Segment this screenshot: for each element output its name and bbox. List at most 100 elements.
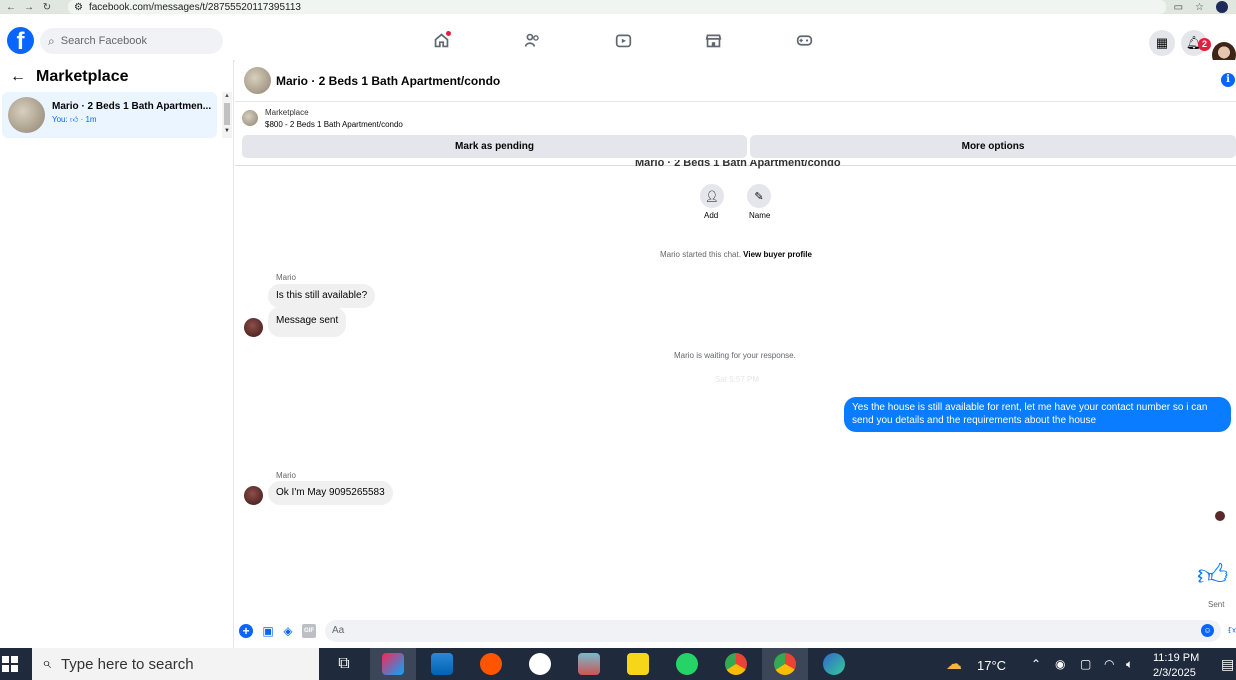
forward-icon[interactable]: →	[22, 2, 36, 13]
sticky-notes-icon[interactable]	[627, 653, 649, 675]
cast-icon[interactable]: ▭	[1174, 2, 1183, 13]
record-icon[interactable]: ◉	[1055, 657, 1065, 671]
name-label: Name	[749, 211, 771, 220]
incoming-message[interactable]: Message sent	[268, 307, 347, 337]
video-icon[interactable]	[614, 32, 632, 48]
incoming-message[interactable]: Ok I'm May 9095265583	[268, 481, 393, 505]
conversation-preview: You: 👍︎ · 1m	[52, 115, 97, 125]
soundcloud-icon[interactable]	[480, 653, 502, 675]
sender-avatar[interactable]	[244, 486, 263, 505]
search-input[interactable]: ⌕ Search Facebook	[40, 28, 223, 54]
listing-price: $800 - 2 Beds 1 Bath Apartment/condo	[265, 120, 403, 129]
scroll-down-icon[interactable]: ▼	[224, 128, 230, 134]
scroll-up-icon[interactable]: ▲	[224, 93, 230, 99]
mark-as-pending-button[interactable]: Mark as pending	[242, 135, 747, 158]
timestamp: Sat 5:57 PM	[715, 375, 760, 384]
store-icon[interactable]	[431, 653, 453, 675]
chrome-profile-icon[interactable]	[774, 653, 796, 675]
taskbar-search-placeholder: Type here to search	[60, 655, 194, 673]
chat-started-notice: Mario started this chat. View buyer prof…	[660, 250, 812, 259]
listing-banner[interactable]: Marketplace $800 - 2 Beds 1 Bath Apartme…	[235, 102, 1236, 134]
sidebar-title: Marketplace	[36, 68, 129, 85]
chat-intro-title: Mario · 2 Beds 1 Bath Apartment/condo	[635, 160, 841, 169]
chrome-icon[interactable]	[725, 653, 747, 675]
conversation-title: Mario · 2 Beds 1 Bath Apartmen...	[52, 101, 212, 112]
search-icon: ⌕	[48, 33, 55, 48]
wifi-icon[interactable]: ◠	[1104, 657, 1114, 671]
back-arrow-icon[interactable]: ←	[10, 68, 26, 86]
windows-taskbar: ⌕ Type here to search ⧉ ☁ 17°C ⌃ ◉ ▢ ◠ 🔈…	[0, 648, 1236, 680]
taskbar-search[interactable]: ⌕ Type here to search	[32, 648, 319, 680]
message-composer: + ▣ ◈ GIF Aa ☺ 👍︎	[235, 618, 1236, 646]
browser-profile-avatar[interactable]	[1216, 1, 1228, 13]
chevron-up-icon[interactable]: ⌃	[1031, 657, 1041, 671]
preview-you: You:	[52, 115, 68, 124]
sticker-icon[interactable]: ◈	[281, 624, 295, 638]
marketplace-icon[interactable]	[704, 32, 722, 48]
listing-label: Marketplace	[265, 108, 309, 117]
add-person-icon[interactable]: 👤︎	[700, 184, 724, 208]
back-icon[interactable]: ←	[4, 2, 18, 13]
outgoing-message[interactable]: Yes the house is still available for ren…	[844, 397, 1231, 432]
like-send-icon[interactable]: 👍︎	[1228, 622, 1236, 638]
chat-header: Mario · 2 Beds 1 Bath Apartment/condo i	[235, 60, 1236, 102]
app-icon[interactable]	[578, 653, 600, 675]
search-placeholder: Search Facebook	[60, 35, 147, 47]
meet-icon[interactable]: ▢	[1080, 657, 1091, 671]
edge-icon[interactable]	[823, 653, 845, 675]
sender-avatar[interactable]	[244, 318, 263, 337]
browser-toolbar: ← → ↻ ⚙ facebook.com/messages/t/28755520…	[0, 0, 1236, 14]
bookmark-star-icon[interactable]: ☆	[1195, 2, 1204, 13]
chats-sidebar: ← Marketplace Mario · 2 Beds 1 Bath Apar…	[0, 60, 234, 648]
chat-title[interactable]: Mario · 2 Beds 1 Bath Apartment/condo	[276, 74, 500, 88]
copilot-icon[interactable]	[382, 653, 404, 675]
sidebar-header: ← Marketplace	[10, 68, 129, 86]
gaming-icon[interactable]	[795, 32, 813, 48]
gif-icon[interactable]: GIF	[302, 624, 316, 638]
read-receipt-avatar	[1215, 511, 1225, 521]
reload-icon[interactable]: ↻	[40, 2, 54, 13]
search-icon: ⌕	[42, 655, 51, 672]
add-label: Add	[704, 211, 719, 220]
waiting-notice: Mario is waiting for your response.	[674, 351, 796, 360]
pencil-icon[interactable]: ✎	[747, 184, 771, 208]
whatsapp-icon[interactable]	[676, 653, 698, 675]
plus-icon[interactable]: +	[239, 624, 253, 638]
info-icon[interactable]: i	[1221, 73, 1235, 87]
emoji-icon[interactable]: ☺	[1201, 624, 1214, 637]
listing-thumbnail	[242, 110, 258, 126]
site-settings-icon[interactable]: ⚙	[74, 2, 83, 13]
chat-avatar[interactable]	[244, 67, 271, 94]
sender-name: Mario	[276, 471, 297, 480]
clock-time: 11:19 PM	[1153, 652, 1200, 664]
view-buyer-profile-link[interactable]: View buyer profile	[743, 250, 812, 259]
facebook-top-nav: f ⌕ Search Facebook ▦ 🔔︎ 2	[0, 14, 1236, 68]
clock-date: 2/3/2025	[1153, 667, 1196, 679]
like-icon[interactable]: 👍︎	[1197, 561, 1228, 591]
windows-start-icon[interactable]	[2, 656, 18, 672]
recorder-icon[interactable]	[529, 653, 551, 675]
facebook-logo[interactable]: f	[7, 27, 34, 54]
clock[interactable]: 11:19 PM 2/3/2025	[1153, 651, 1199, 680]
url-text[interactable]: facebook.com/messages/t/2875552011739511…	[89, 2, 301, 13]
temperature[interactable]: 17°C	[977, 658, 1006, 673]
task-view-icon[interactable]: ⧉	[333, 653, 355, 675]
home-notification-dot	[446, 31, 451, 36]
incoming-message[interactable]: Is this still available?	[268, 284, 376, 308]
preview-time: · 1m	[80, 115, 97, 124]
like-icon: 👍︎	[69, 115, 79, 124]
menu-grid-icon[interactable]: ▦	[1149, 30, 1175, 56]
sender-name: Mario	[276, 273, 297, 282]
notifications-center-icon[interactable]: ▤	[1221, 656, 1234, 673]
friends-icon[interactable]	[523, 32, 541, 48]
scrollbar-thumb[interactable]	[224, 103, 230, 125]
address-bar[interactable]: ⚙ facebook.com/messages/t/28755520117395…	[68, 0, 1166, 14]
notification-badge: 2	[1198, 38, 1211, 51]
message-input[interactable]: Aa	[325, 620, 1221, 642]
more-options-button[interactable]: More options	[750, 135, 1236, 158]
conversation-item[interactable]: Mario · 2 Beds 1 Bath Apartmen... You: 👍…	[2, 92, 217, 138]
listing-thumbnail	[8, 97, 45, 133]
photo-icon[interactable]: ▣	[261, 624, 275, 638]
volume-icon[interactable]: 🔈︎	[1126, 657, 1133, 672]
weather-icon[interactable]: ☁	[946, 654, 962, 674]
